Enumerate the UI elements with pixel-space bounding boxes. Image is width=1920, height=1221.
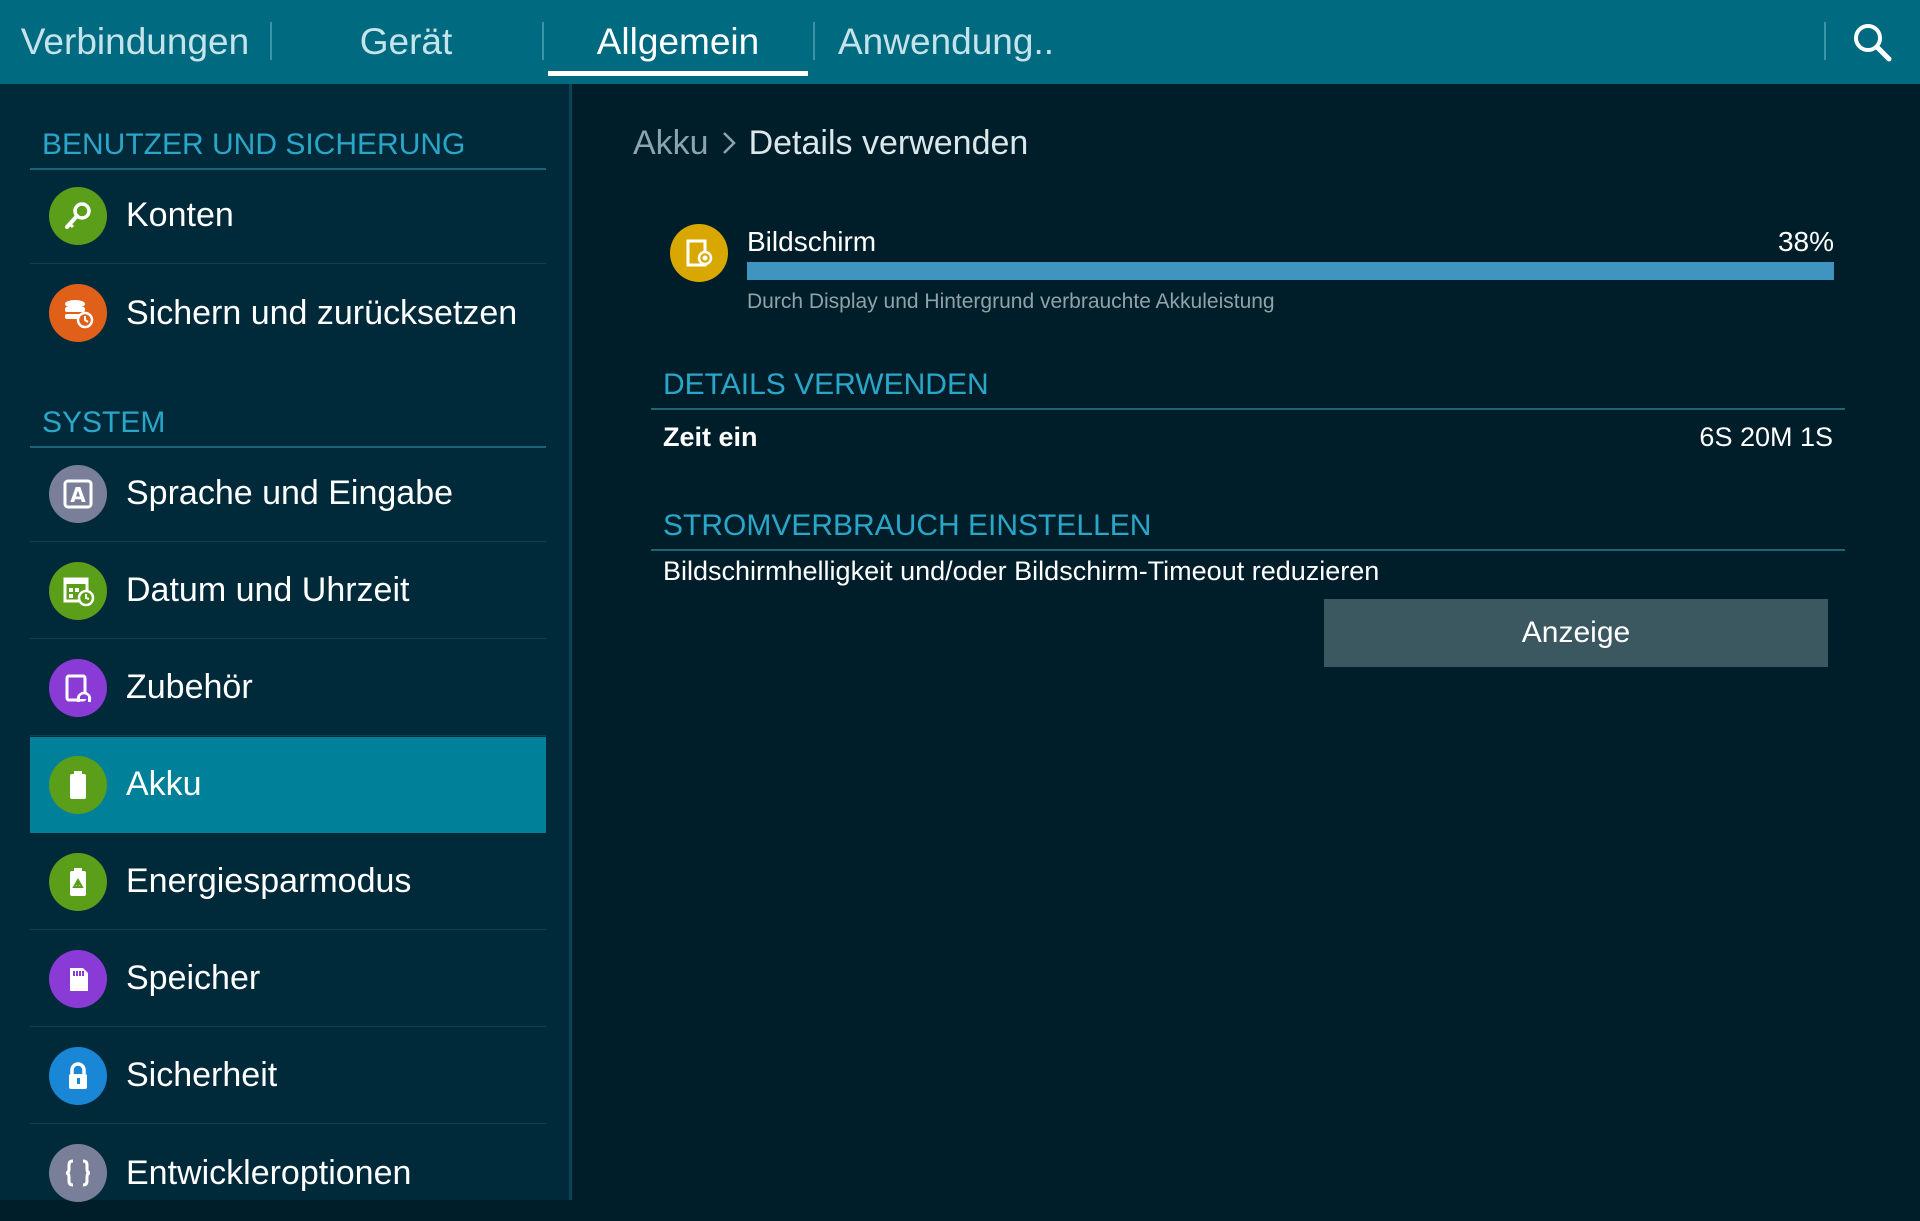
section-header-benutzer: BENUTZER UND SICHERUNG [30,120,546,170]
sidebar-item-sichern[interactable]: Sichern und zurücksetzen [30,265,546,361]
language-icon: A [49,464,107,523]
usage-description: Durch Display und Hintergrund verbraucht… [747,290,1275,313]
sidebar-item-label: Speicher [126,959,261,997]
backup-icon [49,284,107,342]
usage-progress-fill [747,262,1834,280]
sidebar-item-akku[interactable]: Akku [30,737,546,833]
tab-anwendung[interactable]: Anwendung.. [822,0,1054,84]
detail-value: 6S 20M 1S [1699,421,1833,452]
sidebar-item-sprache[interactable]: A Sprache und Eingabe [30,446,546,542]
detail-row-zeit-ein: Zeit ein 6S 20M 1S [663,414,1833,460]
tab-geraet[interactable]: Gerät [278,0,534,84]
sidebar-item-sicherheit[interactable]: Sicherheit [30,1028,546,1124]
developer-braces-icon [49,1144,107,1202]
usage-percent: 38% [1777,226,1834,257]
screen-brightness-icon [670,224,728,282]
power-tip-text: Bildschirmhelligkeit und/oder Bildschirm… [663,556,1380,586]
tab-separator [270,22,272,60]
tab-separator [542,22,544,60]
sidebar-item-label: Akku [126,765,202,803]
section-header-system: SYSTEM [30,398,546,448]
accessory-icon [49,658,107,717]
top-tab-bar: Verbindungen Gerät Allgemein Anwendung.. [0,0,1920,84]
sidebar-item-label: Sichern und zurücksetzen [126,293,518,332]
detail-label: Zeit ein [663,421,758,452]
power-saving-icon [49,852,107,911]
section-header-details: DETAILS VERWENDEN [651,358,1845,410]
sidebar-item-label: Datum und Uhrzeit [126,571,410,609]
search-button[interactable] [1830,16,1914,68]
sidebar-item-label: Energiesparmodus [126,862,412,900]
breadcrumb: Akku Details verwenden [633,118,1028,168]
usage-progress-bar [747,262,1834,280]
sidebar-item-datum[interactable]: Datum und Uhrzeit [30,543,546,639]
breadcrumb-parent[interactable]: Akku [633,124,709,163]
settings-sidebar: BENUTZER UND SICHERUNG Konten Sichern un… [0,84,572,1202]
sidebar-item-label: Konten [126,196,234,234]
search-icon [1854,24,1892,62]
sidebar-item-konten[interactable]: Konten [30,168,546,264]
page-title: Details verwenden [748,123,1029,162]
calendar-clock-icon [49,561,107,620]
section-header-stromverbrauch: STROMVERBRAUCH EINSTELLEN [651,499,1845,551]
sidebar-item-entwickleroptionen[interactable]: Entwickleroptionen [30,1125,546,1221]
lock-icon [49,1046,107,1105]
chevron-right-icon [721,130,737,156]
sidebar-item-energiesparmodus[interactable]: Energiesparmodus [30,834,546,930]
svg-text:A: A [70,483,86,507]
anzeige-button[interactable]: Anzeige [1324,599,1828,667]
sidebar-item-label: Sicherheit [126,1056,278,1094]
key-icon [49,186,107,245]
tab-allgemein[interactable]: Allgemein [548,0,808,84]
tab-separator [1824,22,1826,60]
sidebar-item-label: Entwickleroptionen [126,1153,412,1192]
tab-separator [813,22,815,60]
battery-icon [49,755,107,814]
tab-verbindungen[interactable]: Verbindungen [10,0,260,84]
usage-name: Bildschirm [747,226,877,257]
usage-item[interactable]: Bildschirm 38% Durch Display und Hinterg… [668,222,1834,322]
sidebar-item-zubehoer[interactable]: Zubehör [30,640,546,736]
storage-icon [49,949,107,1008]
sidebar-item-label: Sprache und Eingabe [126,474,454,512]
sidebar-item-speicher[interactable]: Speicher [30,931,546,1027]
sidebar-item-label: Zubehör [126,668,253,706]
